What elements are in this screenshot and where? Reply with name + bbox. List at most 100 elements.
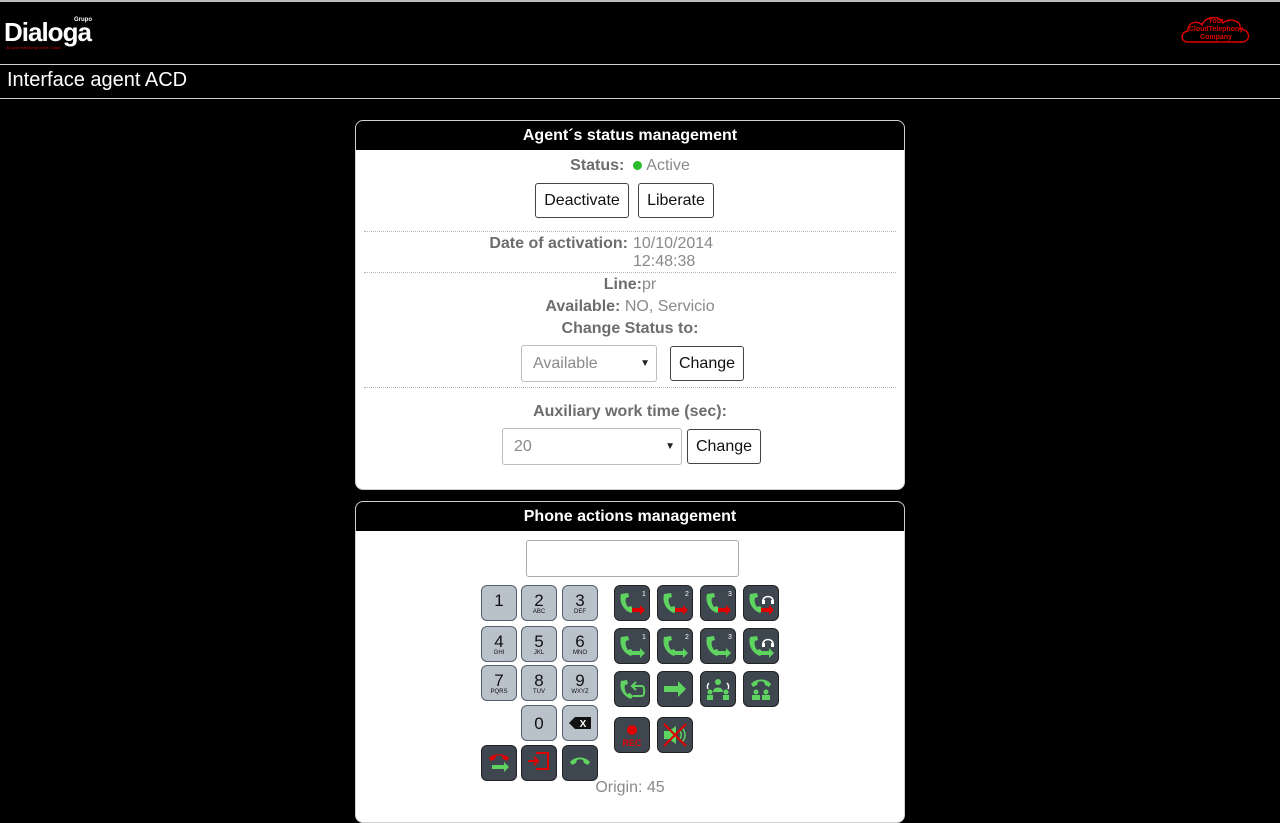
line-number: 1 bbox=[642, 634, 646, 641]
key-letters: PQRS bbox=[490, 689, 508, 695]
line-number: 3 bbox=[728, 591, 732, 598]
separator bbox=[364, 387, 896, 388]
activation-time: 12:48:38 bbox=[633, 253, 696, 270]
status-select-value: Available bbox=[533, 355, 598, 372]
activation-date: 10/10/2014 bbox=[633, 235, 714, 252]
logo-super: Grupo bbox=[74, 17, 92, 23]
key-letters: WXYZ bbox=[571, 689, 589, 695]
key-digit: 2 bbox=[534, 591, 544, 610]
status-value: Active bbox=[646, 157, 690, 174]
key-digit: 7 bbox=[494, 671, 504, 690]
change-status-label: Change Status to: bbox=[561, 320, 699, 337]
rec-label: REC bbox=[622, 738, 642, 748]
key-digit: 5 bbox=[534, 632, 544, 651]
activation-value: 10/10/2014 12:48:38 bbox=[633, 235, 713, 271]
key-digit: 3 bbox=[575, 591, 585, 610]
dialoga-logo: Dialoga Grupo All your telephony in the … bbox=[4, 17, 92, 50]
answer-phone-icon bbox=[570, 757, 590, 765]
status-row: Status: Active bbox=[356, 157, 904, 175]
key-3[interactable]: 3 DEF bbox=[562, 585, 598, 621]
consult-line-3-button[interactable]: 3 bbox=[700, 628, 736, 664]
key-6[interactable]: 6 MNO bbox=[562, 626, 598, 662]
status-label: Status: bbox=[570, 157, 625, 174]
key-letters: MNO bbox=[573, 650, 587, 656]
line-number: 2 bbox=[685, 634, 689, 641]
header-divider bbox=[0, 64, 1280, 65]
aux-time-select[interactable]: 20 ▼ bbox=[502, 428, 682, 465]
line-row: Line:pr bbox=[356, 276, 904, 294]
backspace-glyph: X bbox=[580, 719, 587, 730]
key-digit: 9 bbox=[575, 671, 585, 690]
hangup-button[interactable] bbox=[481, 745, 517, 781]
consult-line-1-button[interactable]: 1 bbox=[614, 628, 650, 664]
panel-title: Agent´s status management bbox=[356, 121, 904, 150]
transfer-out-button[interactable] bbox=[521, 745, 557, 781]
key-digit: 4 bbox=[494, 632, 504, 651]
page-title: Interface agent ACD bbox=[7, 69, 188, 91]
transfer-line-1-button[interactable]: 1 bbox=[614, 585, 650, 621]
consult-supervisor-button[interactable] bbox=[743, 628, 779, 664]
group-swap-icon bbox=[706, 679, 730, 700]
available-label: Available: bbox=[545, 298, 621, 315]
line-number: 3 bbox=[728, 634, 732, 641]
conference-icon bbox=[751, 679, 771, 700]
available-row: Available: NO, Servicio bbox=[356, 298, 904, 316]
line-number: 2 bbox=[685, 591, 689, 598]
conference-swap-button[interactable] bbox=[700, 671, 736, 707]
key-1[interactable]: 1 bbox=[481, 585, 517, 621]
answer-button[interactable] bbox=[562, 745, 598, 781]
headset-transfer-icon bbox=[749, 593, 774, 615]
transfer-line-3-button[interactable]: 3 bbox=[700, 585, 736, 621]
change-aux-button[interactable]: Change bbox=[687, 429, 761, 464]
transfer-line-2-button[interactable]: 2 bbox=[657, 585, 693, 621]
line-number: 1 bbox=[642, 591, 646, 598]
record-icon: REC bbox=[622, 725, 642, 748]
activation-label: Date of activation: bbox=[489, 235, 628, 252]
phone-actions-panel: Phone actions management 1 2 ABC 3 DEF 4 GH… bbox=[355, 501, 905, 823]
exit-icon bbox=[528, 752, 549, 770]
backspace-icon: X bbox=[569, 717, 591, 730]
key-0[interactable]: 0 bbox=[521, 705, 557, 741]
return-call-button[interactable] bbox=[614, 671, 650, 707]
liberate-button[interactable]: Liberate bbox=[638, 183, 714, 218]
consult-line-2-button[interactable]: 2 bbox=[657, 628, 693, 664]
key-2[interactable]: 2 ABC bbox=[521, 585, 557, 621]
record-button[interactable]: REC bbox=[614, 717, 650, 753]
key-5[interactable]: 5 JKL bbox=[521, 626, 557, 662]
phone-consult-icon: 1 bbox=[620, 634, 646, 658]
dropdown-arrow-icon: ▼ bbox=[640, 358, 650, 369]
key-7[interactable]: 7 PQRS bbox=[481, 665, 517, 701]
conference-button[interactable] bbox=[743, 671, 779, 707]
change-status-button[interactable]: Change bbox=[670, 346, 744, 381]
transfer-supervisor-button[interactable] bbox=[743, 585, 779, 621]
separator bbox=[364, 231, 896, 232]
phone-consult-icon: 2 bbox=[663, 634, 689, 658]
hangup-icon bbox=[489, 754, 509, 772]
deactivate-button[interactable]: Deactivate bbox=[535, 183, 629, 218]
aux-time-label: Auxiliary work time (sec): bbox=[533, 403, 727, 420]
key-4[interactable]: 4 GHI bbox=[481, 626, 517, 662]
agent-status-panel: Agent´s status management Status: Active… bbox=[355, 120, 905, 490]
key-9[interactable]: 9 WXYZ bbox=[562, 665, 598, 701]
key-digit: 6 bbox=[575, 632, 585, 651]
available-value: NO, Servicio bbox=[624, 298, 715, 315]
key-digit: 0 bbox=[534, 714, 544, 733]
panel-title: Phone actions management bbox=[356, 502, 904, 531]
forward-call-button[interactable] bbox=[657, 671, 693, 707]
brand-badge-line: Your bbox=[1208, 18, 1224, 25]
mute-button[interactable] bbox=[657, 717, 693, 753]
key-digit: 8 bbox=[534, 671, 544, 690]
key-letters: ABC bbox=[532, 609, 546, 615]
brand-badge-line: Company bbox=[1200, 34, 1232, 41]
separator bbox=[364, 272, 896, 273]
key-letters: TUV bbox=[533, 689, 545, 695]
phone-number-input[interactable] bbox=[526, 540, 739, 577]
phone-transfer-icon: 2 bbox=[663, 591, 689, 615]
key-letters: JKL bbox=[533, 650, 545, 656]
key-8[interactable]: 8 TUV bbox=[521, 665, 557, 701]
headset-consult-icon bbox=[749, 636, 774, 658]
brand-badge-line: CloudTelephony bbox=[1188, 26, 1244, 33]
status-indicator-icon bbox=[632, 161, 642, 170]
backspace-button[interactable]: X bbox=[562, 705, 598, 741]
status-select[interactable]: Available ▼ bbox=[521, 345, 657, 382]
